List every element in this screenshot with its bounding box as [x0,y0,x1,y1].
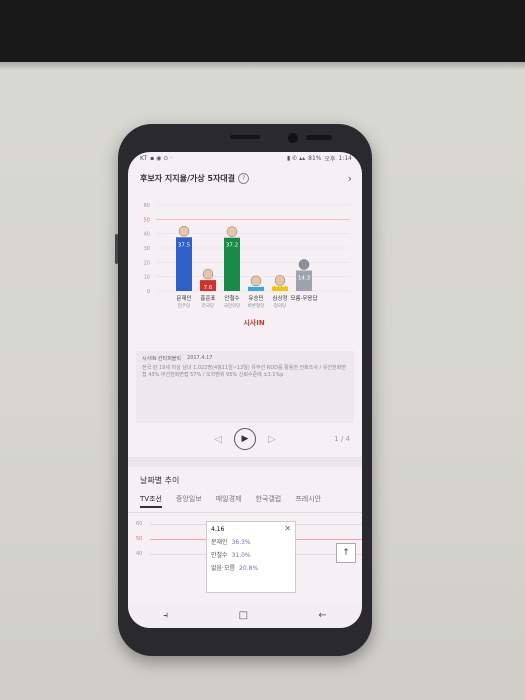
category-label: 심상정 [272,294,287,302]
close-icon[interactable]: ✕ [284,524,291,533]
y-tick-label: 30 [144,246,150,252]
y-tick-label: 10 [144,275,150,281]
category-label: 안철수 [224,294,239,302]
section-divider [128,457,362,467]
card-header: 후보자 지지율/가상 5자대결 ? › [128,165,362,187]
tab-tv-chosun[interactable]: TV조선 [140,494,162,508]
y-tick-label: 40 [144,232,150,238]
source-date: 2017.4.17 [187,355,213,361]
prev-icon[interactable]: ◁ [214,434,222,445]
tab-gallup[interactable]: 한국갤럽 [255,494,281,508]
tooltip-row-value: 36.3% [231,539,251,546]
source-description: 전국 만 19세 이상 남녀 1,022명(4월11일~12일) 유무선 RDD… [142,365,346,378]
trend-title: 날짜별 추이 [140,476,180,485]
ampm-label: 오후 [324,156,336,163]
trend-chart: 60 50 40 ✕ 4.16 문재인 36.3% 안철수 31.0% 없음·모름 2… [128,513,362,593]
tooltip-row: 문재인 36.3% [211,537,291,546]
tooltip-row-name: 없음·모름 [211,565,235,572]
bar-value-label: 14.3 [298,276,311,282]
scroll-top-button[interactable]: ↑ [336,543,356,563]
time-label: 1:14 [338,155,352,162]
tooltip-row: 안철수 31.0% [211,550,291,559]
next-icon[interactable]: ▷ [268,434,276,445]
back-icon[interactable]: ← [318,610,326,621]
trend-tooltip: ✕ 4.16 문재인 36.3% 안철수 31.0% 없음·모름 20.8% [206,521,296,593]
chart-svg: 0 10 20 30 40 50 60 37.5 문재인민주당 7.6 홍준표한국당 37.2 안철수국… [144,203,350,327]
bar-value-label: 37.5 [178,242,191,248]
signal-icons: ▮ ✆ ▴▴ [286,155,306,162]
tooltip-row-value: 20.8% [239,565,259,572]
tooltip-row-value: 31.0% [231,552,251,559]
candidate-avatar [226,226,238,237]
y-tick-label: 0 [147,289,150,295]
bar-value-label: 7.6 [204,285,213,291]
play-button[interactable]: ▶ [234,428,256,450]
page-indicator: 1 / 4 [334,435,350,443]
category-label: 모름·무응답 [290,295,317,302]
party-label: 한국당 [202,302,214,309]
tooltip-row: 없음·모름 20.8% [211,563,291,572]
pollster-tabs: TV조선 중앙일보 매일경제 한국갤럽 프레시안 [128,490,362,513]
trend-axis-label: 40 [136,551,143,557]
y-tick-label: 60 [144,203,150,209]
android-nav-bar: ⫞ □ ← [128,602,362,628]
tooltip-row-name: 안철수 [211,552,228,559]
party-label: 정의당 [274,302,286,309]
candidate-avatar [298,259,310,270]
help-icon[interactable]: ? [238,172,250,184]
recent-apps-icon[interactable]: ⫞ [163,610,168,621]
tab-maeil[interactable]: 매일경제 [216,494,242,508]
source-card: 시사IN·칸타퍼블릭 2017.4.17 전국 만 19세 이상 남녀 1,02… [136,351,354,423]
candidate-avatar [250,275,262,287]
home-icon[interactable]: □ [239,610,248,621]
party-label: 국민의당 [224,302,241,309]
poll-bar-chart: 0 10 20 30 40 50 60 37.5 문재인 민주당 7.6 홍준표 한국당 37.2 안철수 국… [134,189,356,349]
proximity-sensor [306,135,332,140]
slide-player: ◁ ▶ ▷ 1 / 4 [128,425,362,453]
phone-device: KT ▪ ◉ ⊙ · ▮ ✆ ▴▴ 81% 오후 1:14 후보자 지지율/가상… [115,124,372,656]
bar-4 [272,286,288,291]
category-label: 홍준표 [200,294,215,302]
tooltip-date: 4.16 [211,526,225,533]
y-tick-label: 20 [144,260,150,266]
tab-joongang[interactable]: 중앙일보 [176,494,202,508]
party-label: 바른정당 [248,302,265,309]
carrier-label: KT [140,155,148,162]
desk-edge [0,0,525,62]
front-camera [288,133,298,143]
earpiece-speaker [230,135,260,139]
chevron-right-icon[interactable]: › [348,172,352,185]
trend-axis-label: 50 [136,536,143,542]
notification-icons: ▪ ◉ ⊙ · [150,155,173,162]
tab-pressian[interactable]: 프레시안 [295,494,321,508]
y-tick-label: 50 [144,217,150,223]
candidate-avatar [274,275,286,286]
brand-logo: 시사IN [243,318,264,327]
trend-axis-label: 60 [136,521,143,527]
category-label: 유승민 [248,294,263,302]
phone-screen: KT ▪ ◉ ⊙ · ▮ ✆ ▴▴ 81% 오후 1:14 후보자 지지율/가상… [128,152,362,628]
page-title: 후보자 지지율/가상 5자대결 [140,173,236,183]
category-label: 문재인 [176,294,191,302]
candidate-avatar [178,226,190,237]
bar-value-label: 37.2 [226,243,238,249]
source-label: 시사IN·칸타퍼블릭 [142,356,182,362]
bar-3 [248,286,264,291]
party-label: 민주당 [178,302,190,309]
volume-button [115,234,118,264]
candidate-avatar [202,268,214,280]
status-bar: KT ▪ ◉ ⊙ · ▮ ✆ ▴▴ 81% 오후 1:14 [128,152,362,165]
battery-label: 81% [308,155,322,162]
tooltip-row-name: 문재인 [211,539,228,546]
